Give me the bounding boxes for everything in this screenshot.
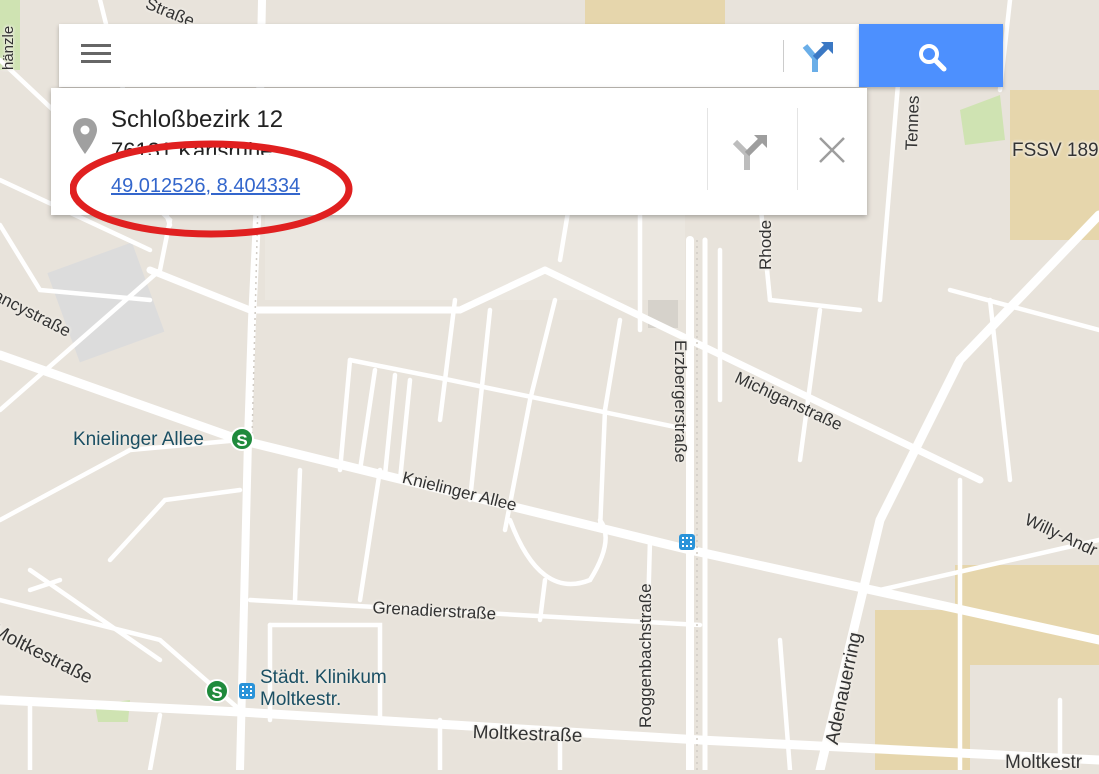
- hospital-icon[interactable]: [679, 534, 695, 550]
- street-label-fssv: FSSV 189: [1012, 140, 1099, 161]
- highlight-ellipse: [70, 140, 353, 238]
- poi-label-klinikum-line2: Moltkestr.: [260, 689, 342, 710]
- poi-label-klinikum[interactable]: Städt. Klinikum Moltkestr.: [260, 667, 387, 711]
- place-name: Schloßbezirk 12: [111, 106, 284, 133]
- hamburger-menu-icon[interactable]: [81, 44, 113, 68]
- poi-label-klinikum-line1: Städt. Klinikum: [260, 667, 387, 688]
- poi-label-knielinger-allee[interactable]: Knielinger Allee: [73, 429, 204, 451]
- divider: [707, 108, 708, 190]
- street-label-roggenbachstrasse: Roggenbachstraße: [636, 583, 655, 728]
- s-bahn-icon[interactable]: S: [230, 427, 254, 451]
- directions-icon[interactable]: [801, 38, 837, 74]
- street-label-haenzle: hänzle: [0, 25, 17, 70]
- street-label-moltkestrasse-bottom: Moltkestraße: [472, 722, 583, 747]
- street-label-moltkestrasse-right: Moltkestr: [1005, 752, 1083, 773]
- street-label-rhode: Rhode: [756, 219, 775, 270]
- hospital-icon[interactable]: [239, 683, 255, 699]
- s-bahn-icon[interactable]: S: [205, 679, 229, 703]
- search-bar: [59, 24, 859, 87]
- close-icon[interactable]: [817, 135, 847, 165]
- search-input[interactable]: [129, 38, 773, 74]
- divider: [783, 40, 784, 72]
- search-icon: [919, 44, 947, 72]
- street-label-erzbergerstrasse: Erzbergerstraße: [671, 340, 690, 463]
- street-label-tennes: Tennes: [902, 95, 923, 151]
- divider: [797, 108, 798, 190]
- directions-icon[interactable]: [731, 132, 771, 172]
- search-button[interactable]: [859, 24, 1003, 87]
